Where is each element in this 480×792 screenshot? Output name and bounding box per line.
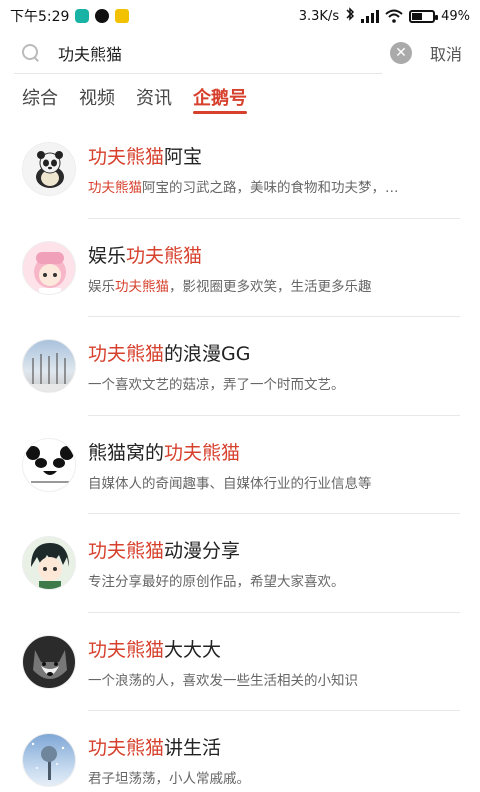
account-name: 功夫熊猫讲生活 [88, 737, 222, 760]
yellow-app-icon [115, 9, 130, 23]
network-speed: 3.3K/s [298, 8, 340, 24]
tiktok-app-icon [95, 9, 110, 23]
list-item[interactable]: 功夫熊猫的浪漫GG 一个喜欢文艺的菇凉，弄了一个时而文艺。 [0, 317, 480, 416]
shield-app-icon [75, 9, 90, 23]
account-description: 娱乐功夫熊猫，影视圈更多欢笑，生活更多乐趣 [88, 278, 372, 295]
account-description: 自媒体人的奇闻趣事、自媒体行业的行业信息等 [88, 475, 372, 492]
account-description: 一个浪荡的人，喜欢发一些生活相关的小知识 [88, 672, 358, 689]
account-name: 熊猫窝的功夫熊猫 [88, 441, 241, 464]
list-item[interactable]: 功夫熊猫阿宝 功夫熊猫阿宝的习武之路，美味的食物和功夫梦，… [0, 120, 480, 219]
list-item[interactable]: 娱乐功夫熊猫 娱乐功夫熊猫，影视圈更多欢笑，生活更多乐趣 [0, 219, 480, 317]
account-name: 功夫熊猫大大大 [88, 638, 222, 661]
tab-penguin-account[interactable]: 企鹅号 [193, 74, 247, 120]
list-item[interactable]: 功夫熊猫大大大 一个浪荡的人，喜欢发一些生活相关的小知识 [0, 613, 480, 711]
tab-news[interactable]: 资讯 [136, 74, 172, 120]
avatar [22, 437, 76, 492]
account-result-list: 功夫熊猫阿宝 功夫熊猫阿宝的习武之路，美味的食物和功夫梦，… 娱乐功夫熊猫 娱乐… [0, 120, 480, 792]
avatar [22, 733, 76, 788]
search-input[interactable]: 功夫熊猫 [58, 41, 390, 65]
battery-percent: 49% [441, 8, 470, 24]
account-name: 功夫熊猫阿宝 [88, 146, 203, 169]
battery-icon [409, 9, 439, 23]
tab-all[interactable]: 综合 [22, 74, 58, 120]
clear-icon[interactable]: ✕ [389, 42, 412, 64]
status-bar: 下午5:29 3.3K/s 49% [0, 0, 480, 32]
account-name: 功夫熊猫的浪漫GG [88, 343, 251, 366]
avatar [22, 240, 76, 295]
tab-video[interactable]: 视频 [79, 74, 115, 120]
account-name: 娱乐功夫熊猫 [88, 244, 203, 267]
list-item[interactable]: 功夫熊猫讲生活 君子坦荡荡，小人常戚戚。 [0, 711, 480, 792]
avatar [22, 142, 76, 197]
cancel-button[interactable]: 取消 [430, 41, 462, 65]
account-description: 君子坦荡荡，小人常戚戚。 [88, 771, 250, 788]
search-icon [22, 44, 40, 62]
avatar [22, 339, 76, 394]
list-item[interactable]: 熊猫窝的功夫熊猫 自媒体人的奇闻趣事、自媒体行业的行业信息等 [0, 416, 480, 514]
list-item[interactable]: 功夫熊猫动漫分享 专注分享最好的原创作品，希望大家喜欢。 [0, 514, 480, 613]
account-description: 功夫熊猫阿宝的习武之路，美味的食物和功夫梦，… [88, 180, 399, 197]
signal-icon [361, 9, 380, 23]
result-tabs: 综合 视频 资讯 企鹅号 [0, 74, 480, 120]
account-description: 一个喜欢文艺的菇凉，弄了一个时而文艺。 [88, 377, 345, 394]
avatar [22, 634, 76, 689]
account-description: 专注分享最好的原创作品，希望大家喜欢。 [88, 574, 345, 591]
wifi-icon [385, 9, 403, 23]
avatar [22, 536, 76, 591]
status-time: 下午5:29 [10, 9, 70, 25]
search-bar: 功夫熊猫 ✕ 取消 [0, 32, 480, 74]
account-name: 功夫熊猫动漫分享 [88, 540, 241, 563]
bluetooth-icon [345, 7, 355, 25]
